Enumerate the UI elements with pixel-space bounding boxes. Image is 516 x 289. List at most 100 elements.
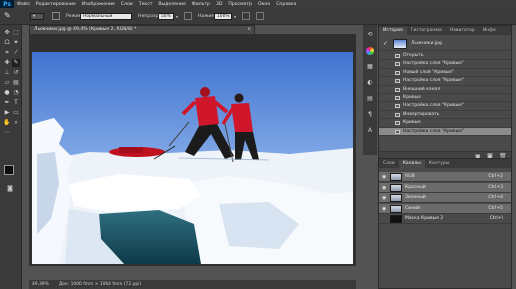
menu-view[interactable]: Просмотр	[225, 2, 255, 7]
airbrush-icon[interactable]	[242, 12, 250, 20]
type-tool-icon[interactable]: T	[12, 99, 20, 107]
tab-channels[interactable]: Каналы	[398, 160, 425, 168]
history-step-icon	[395, 70, 400, 75]
history-item[interactable]: Настройка слоя "Кривые"	[379, 77, 511, 86]
hand-tool-icon[interactable]: ✋	[3, 119, 11, 127]
channel-thumbnail	[390, 204, 402, 213]
visibility-eye-icon[interactable]: ◉	[382, 195, 386, 201]
mask-thumbnail	[390, 215, 402, 223]
menu-window[interactable]: Окно	[255, 2, 273, 7]
tab-history[interactable]: История	[379, 27, 407, 35]
menu-filter[interactable]: Фильтр	[189, 2, 213, 7]
quick-select-tool-icon[interactable]: ✦	[12, 39, 20, 47]
flow-field[interactable]: 100%	[214, 13, 232, 20]
history-step-icon	[395, 129, 400, 134]
channel-row-blue[interactable]: ◉ Синий Ctrl+5	[379, 203, 511, 214]
zoom-tool-icon[interactable]: ⌕	[12, 119, 20, 127]
menu-file[interactable]: Файл	[14, 2, 33, 7]
snapshot-label: Лыжники.jpg	[411, 41, 442, 46]
history-step-icon	[395, 62, 400, 67]
more-tools-icon[interactable]: ⋯	[3, 129, 11, 137]
history-step-icon	[395, 104, 400, 109]
eyedropper-tool-icon[interactable]: ⁄	[12, 49, 20, 57]
tab-navigator[interactable]: Навигатор	[446, 27, 479, 35]
paragraph-panel-icon[interactable]: ¶	[366, 111, 374, 119]
lasso-tool-icon[interactable]: ᗝ	[3, 39, 11, 47]
crop-tool-icon[interactable]: ⌗	[3, 49, 11, 57]
marquee-tool-icon[interactable]: ⬚	[12, 29, 20, 37]
tab-layers[interactable]: Слои	[379, 160, 399, 168]
move-tool-icon[interactable]: ✥	[3, 29, 11, 37]
pressure-opacity-icon[interactable]	[184, 12, 192, 20]
character-panel-icon[interactable]: A	[366, 127, 374, 135]
shape-tool-icon[interactable]: ▭	[12, 109, 20, 117]
history-item[interactable]: Открыть	[379, 52, 511, 61]
path-select-tool-icon[interactable]: ▶	[3, 109, 11, 117]
history-panel-icon[interactable]: ⟲	[366, 31, 374, 39]
brush-panel-toggle-icon[interactable]	[52, 12, 60, 20]
status-bar: 49,39% Док: 1000 fmm × 1064 fmm (72 ppi)	[29, 280, 356, 289]
tab-info[interactable]: Инфо	[479, 27, 500, 35]
snapshot-thumbnail	[393, 39, 407, 49]
dodge-tool-icon[interactable]: ◔	[12, 89, 20, 97]
history-item[interactable]: Кривые	[379, 119, 511, 128]
options-bar: ✎ ▾ Режим: Нормальный Непрозр.: 50% ▾ На…	[0, 8, 516, 25]
history-item[interactable]: Инвертировать	[379, 111, 511, 120]
visibility-eye-icon[interactable]: ◉	[382, 174, 386, 180]
color-panel-icon[interactable]	[366, 47, 374, 55]
history-source-icon[interactable]: ✓	[383, 40, 388, 48]
flow-dropdown-icon[interactable]: ▾	[234, 14, 236, 19]
visibility-eye-icon[interactable]: ◉	[382, 206, 386, 212]
adjustments-panel-icon[interactable]: ◐	[366, 79, 374, 87]
history-item[interactable]: Настройка слоя "Кривые"	[379, 60, 511, 69]
gradient-tool-icon[interactable]: ▤	[12, 79, 20, 87]
opacity-dropdown-icon[interactable]: ▾	[176, 14, 178, 19]
history-item[interactable]: Внешний канал	[379, 86, 511, 94]
quick-mask-icon[interactable]: ◙	[6, 185, 14, 193]
brush-tool-icon[interactable]: ✎	[12, 59, 20, 67]
brush-preset-icon[interactable]: ✎	[4, 11, 13, 21]
properties-panel-icon[interactable]: ▤	[366, 95, 374, 103]
history-step-icon	[395, 87, 400, 92]
opacity-field[interactable]: 50%	[158, 13, 174, 20]
history-item[interactable]: Настройка слоя "Кривые"	[379, 102, 511, 111]
menu-type[interactable]: Текст	[136, 2, 156, 7]
history-step-icon	[395, 121, 400, 126]
history-item[interactable]: Новый слой "Кривые"	[379, 69, 511, 78]
tab-paths[interactable]: Контуры	[425, 160, 454, 168]
blur-tool-icon[interactable]: ●	[3, 89, 11, 97]
menu-image[interactable]: Изображение	[79, 2, 118, 7]
history-snapshot[interactable]: ✓ Лыжники.jpg	[379, 37, 511, 51]
channel-row-green[interactable]: ◉ Зеленый Ctrl+4	[379, 193, 511, 203]
menu-edit[interactable]: Редактирование	[33, 2, 79, 7]
channel-row-rgb[interactable]: ◉ RGB Ctrl+2	[379, 172, 511, 182]
zoom-level[interactable]: 49,39%	[32, 280, 49, 289]
menu-select[interactable]: Выделение	[155, 2, 188, 7]
history-item[interactable]: Кривые	[379, 94, 511, 103]
mode-select[interactable]: Нормальный	[80, 13, 132, 20]
channel-thumbnail	[390, 194, 402, 202]
menu-3d[interactable]: 3D	[213, 2, 225, 7]
close-document-icon[interactable]: ×	[247, 26, 251, 34]
menu-layers[interactable]: Слои	[118, 2, 136, 7]
history-item-selected[interactable]: Настройка слоя "Кривые"	[379, 127, 511, 136]
swatches-panel-icon[interactable]: ▦	[366, 63, 374, 71]
channel-row-red[interactable]: ◉ Красный Ctrl+3	[379, 182, 511, 193]
document-tab[interactable]: Лыжники.jpg @ 49,4% (Кривые 2, RGB/8) * …	[29, 25, 255, 34]
tab-histogram[interactable]: Гистограмма	[407, 27, 446, 35]
pressure-size-icon[interactable]	[256, 12, 264, 20]
channel-row-mask[interactable]: Маска Кривые 2 Ctrl+\	[379, 214, 511, 224]
canvas-area[interactable]	[29, 34, 356, 266]
history-brush-tool-icon[interactable]: ↺	[12, 69, 20, 77]
eraser-tool-icon[interactable]: ▱	[3, 79, 11, 87]
document-photo[interactable]	[29, 34, 356, 266]
visibility-eye-icon[interactable]: ◉	[382, 185, 386, 191]
stamp-tool-icon[interactable]: ⊥	[3, 69, 11, 77]
pen-tool-icon[interactable]: ✒	[3, 99, 11, 107]
history-step-icon	[395, 96, 400, 100]
history-step-icon	[395, 54, 400, 58]
menu-help[interactable]: Справка	[273, 2, 299, 7]
foreground-color-swatch[interactable]	[4, 165, 14, 175]
brush-size-picker[interactable]: ▾	[30, 13, 44, 20]
healing-tool-icon[interactable]: ✚	[3, 59, 11, 67]
